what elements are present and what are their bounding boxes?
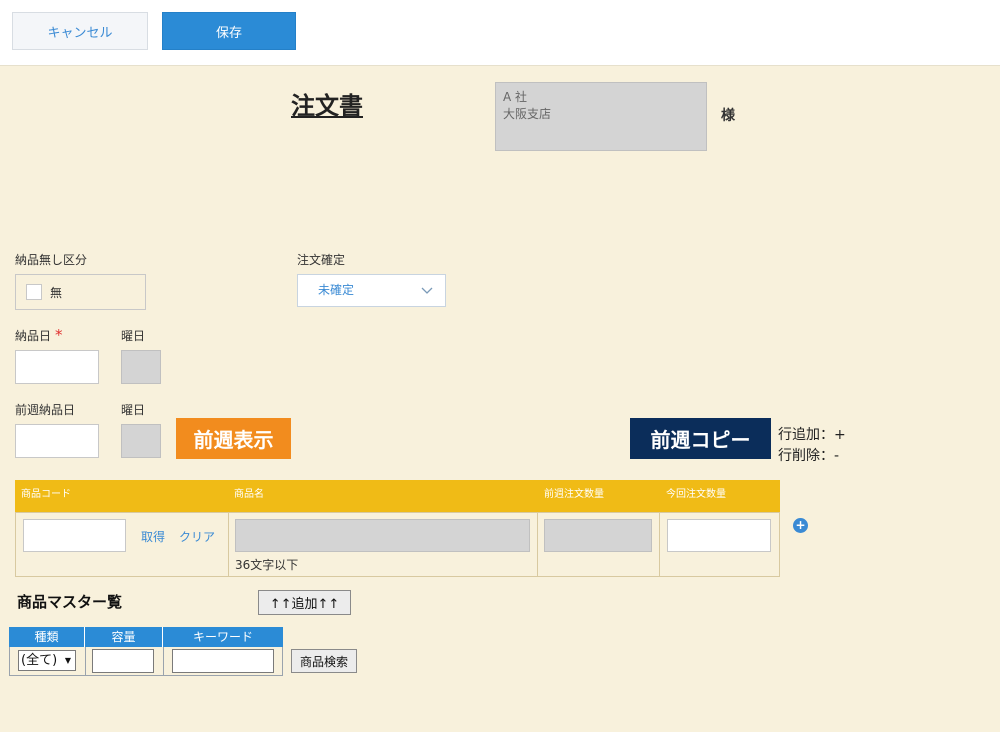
column-divider bbox=[228, 513, 229, 576]
order-table-header: 商品コード 商品名 前週注文数量 今回注文数量 bbox=[15, 480, 780, 512]
col-product-code: 商品コード bbox=[21, 489, 71, 500]
save-button[interactable]: 保存 bbox=[162, 12, 296, 50]
clear-link[interactable]: クリア bbox=[179, 528, 215, 545]
prev-delivery-date-label: 前週納品日 bbox=[15, 403, 76, 417]
master-col-type: 種類 bbox=[9, 627, 85, 647]
col-product-name: 商品名 bbox=[234, 489, 264, 500]
no-delivery-option-label: 無 bbox=[50, 286, 63, 300]
keyword-input[interactable] bbox=[172, 649, 274, 673]
col-current-qty: 今回注文数量 bbox=[666, 489, 726, 500]
top-toolbar: キャンセル 保存 bbox=[0, 0, 1000, 66]
customer-branch: 大阪支店 bbox=[503, 107, 552, 121]
honorific-label: 様 bbox=[721, 108, 735, 124]
type-cell: (全て) ▼ bbox=[9, 647, 86, 676]
column-divider bbox=[537, 513, 538, 576]
delivery-weekday-field bbox=[121, 350, 161, 384]
add-product-button[interactable]: ↑↑追加↑↑ bbox=[258, 590, 351, 615]
prev-week-copy-button[interactable]: 前週コピー bbox=[630, 418, 771, 459]
prev-weekday-field bbox=[121, 424, 161, 458]
capacity-cell bbox=[85, 647, 164, 676]
type-select-value: (全て) bbox=[21, 653, 58, 668]
order-confirm-label: 注文確定 bbox=[297, 253, 346, 267]
column-divider bbox=[659, 513, 660, 576]
no-delivery-label: 納品無し区分 bbox=[15, 253, 88, 267]
document-title: 注文書 bbox=[291, 92, 363, 120]
dropdown-triangle-icon: ▼ bbox=[64, 656, 71, 665]
product-code-input[interactable] bbox=[23, 519, 126, 552]
weekday-label: 曜日 bbox=[121, 329, 146, 343]
delivery-date-input[interactable] bbox=[15, 350, 99, 384]
keyword-cell bbox=[163, 647, 283, 676]
customer-company: A 社 bbox=[503, 90, 528, 104]
capacity-input[interactable] bbox=[92, 649, 154, 673]
prev-week-show-button[interactable]: 前週表示 bbox=[176, 418, 291, 459]
master-col-capacity: 容量 bbox=[85, 627, 163, 647]
product-master-title: 商品マスター覧 bbox=[17, 593, 123, 611]
cancel-button[interactable]: キャンセル bbox=[12, 12, 148, 50]
type-select[interactable]: (全て) ▼ bbox=[18, 650, 76, 671]
order-confirm-value: 未確定 bbox=[318, 283, 355, 297]
product-name-hint: 36文字以下 bbox=[235, 558, 299, 572]
current-qty-input[interactable] bbox=[667, 519, 771, 552]
product-search-button[interactable]: 商品検索 bbox=[291, 649, 357, 673]
chevron-down-icon bbox=[421, 275, 433, 318]
no-delivery-checkbox[interactable] bbox=[26, 284, 42, 300]
row-delete-hint: 行削除：- bbox=[778, 448, 840, 464]
no-delivery-group: 無 bbox=[15, 274, 146, 310]
product-name-field bbox=[235, 519, 530, 552]
col-prev-qty: 前週注文数量 bbox=[544, 489, 604, 500]
table-row: 取得 クリア 36文字以下 bbox=[15, 512, 780, 577]
required-mark: * bbox=[55, 326, 63, 344]
prev-delivery-date-input[interactable] bbox=[15, 424, 99, 458]
order-confirm-select[interactable]: 未確定 bbox=[297, 274, 446, 307]
add-row-icon[interactable]: + bbox=[793, 518, 808, 533]
get-link[interactable]: 取得 bbox=[141, 528, 165, 545]
customer-name-field: A 社 大阪支店 bbox=[495, 82, 707, 151]
delivery-date-label: 納品日 * bbox=[15, 326, 63, 344]
master-col-keyword: キーワード bbox=[163, 627, 283, 647]
prev-weekday-label: 曜日 bbox=[121, 403, 146, 417]
row-add-hint: 行追加：+ bbox=[778, 427, 846, 443]
prev-qty-field bbox=[544, 519, 652, 552]
